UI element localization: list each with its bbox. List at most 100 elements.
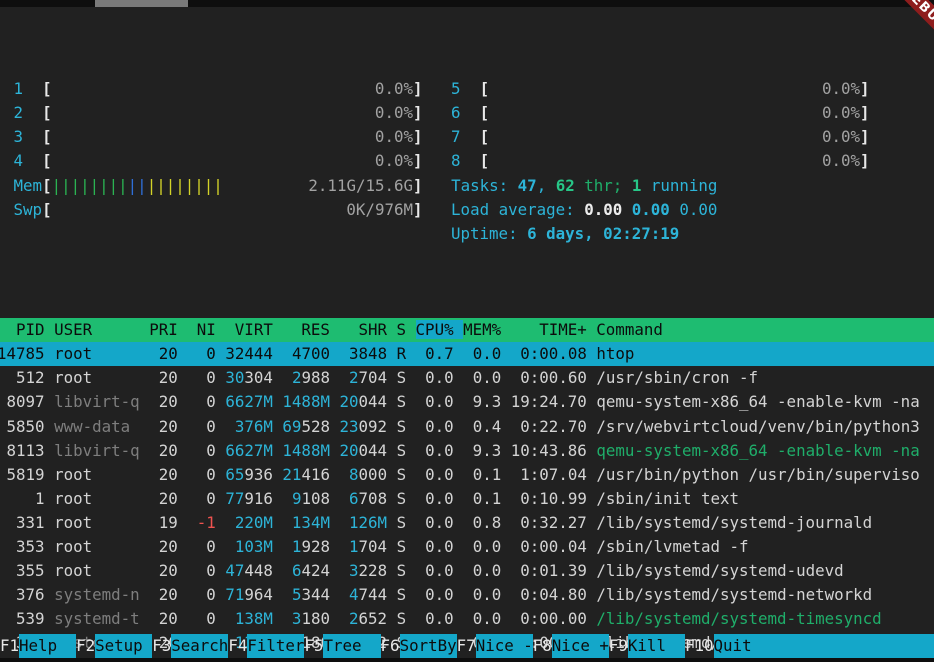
bottom-strip [0, 658, 934, 662]
process-row-14785[interactable]: 14785 root 20 0 32444 4700 3848 R 0.7 0.… [0, 342, 934, 366]
fkey-quit[interactable]: F10Quit [685, 634, 934, 658]
cell-pid: 539 [0, 609, 45, 628]
fkey-nice[interactable]: F7Nice - [457, 634, 533, 658]
fkey-action-label: Search [171, 634, 228, 658]
cpu-meter-row: 2 [ 0.0%] 6 [ 0.0%] [4, 101, 934, 125]
cell-mem-pct: 0.0 [463, 585, 501, 604]
cell-ni: 0 [206, 441, 216, 460]
load-average: Load average: 0.00 0.00 0.00 [451, 200, 717, 219]
process-row-331[interactable]: 331 root 19 -1 220M 134M 126M S 0.0 0.8 … [0, 511, 934, 535]
meter-open-bracket: [ [480, 151, 490, 170]
cell-virt: 103M [235, 537, 273, 556]
cpu-meter-value: 0.0% [489, 127, 860, 146]
column-header-s[interactable]: S [397, 320, 416, 339]
cell-time: 1:07.04 [511, 465, 587, 484]
fkey-number: F7 [457, 634, 476, 658]
fkey-kill[interactable]: F9Kill [609, 634, 685, 658]
cell-virt: 138M [235, 609, 273, 628]
meter-close-bracket: ] [413, 200, 423, 219]
column-header-time[interactable]: TIME+ [511, 320, 597, 339]
cell-command: qemu-system-x86_64 -enable-kvm -na [596, 392, 919, 411]
cell-cpu-pct: 0.0 [416, 417, 454, 436]
fkey-action-label: Setup [95, 634, 152, 658]
fkey-number: F9 [609, 634, 628, 658]
cell-virt: 6627M [225, 392, 273, 411]
fkey-number: F10 [685, 634, 714, 658]
cell-shr: 2 [349, 609, 359, 628]
process-row-5819[interactable]: 5819 root 20 0 65936 21416 8000 S 0.0 0.… [0, 463, 934, 487]
process-row-1[interactable]: 1 root 20 0 77916 9108 6708 S 0.0 0.1 0:… [0, 487, 934, 511]
column-header-virt[interactable]: VIRT [225, 320, 282, 339]
column-header-ni[interactable]: NI [187, 320, 225, 339]
cell-res: 344 [301, 585, 330, 604]
process-row-512[interactable]: 512 root 20 0 30304 2988 2704 S 0.0 0.0 … [0, 366, 934, 390]
cell-res: 424 [301, 561, 330, 580]
cell-pid: 8097 [0, 392, 45, 411]
cell-mem-pct: 0.0 [463, 609, 501, 628]
cell-command: /sbin/lvmetad -f [596, 537, 748, 556]
fkey-nice[interactable]: F8Nice + [533, 634, 609, 658]
fkey-number: F2 [76, 634, 95, 658]
process-row-539[interactable]: 539 systemd-t 20 0 138M 3180 2652 S 0.0 … [0, 607, 934, 631]
cpu-meter-value: 0.0% [52, 103, 413, 122]
process-row-8097[interactable]: 8097 libvirt-q 20 0 6627M 1488M 20044 S … [0, 390, 934, 414]
cell-cpu-pct: 0.0 [416, 585, 454, 604]
meter-close-bracket: ] [860, 79, 870, 98]
cell-pid: 5850 [0, 417, 45, 436]
htop-terminal: DEBUG 1 [ 0.0%] 5 [ 0.0%] 2 [ 0.0%] 6 [ … [0, 0, 934, 662]
uptime: Uptime: 6 days, 02:27:19 [451, 224, 679, 243]
cell-ni: 0 [206, 561, 216, 580]
fkey-filter[interactable]: F4Filter [228, 634, 304, 658]
cell-cpu-pct: 0.0 [416, 561, 454, 580]
cell-cpu-pct: 0.0 [416, 537, 454, 556]
meter-open-bracket: [ [42, 79, 52, 98]
mem-meter-pipes: || [128, 176, 147, 195]
fkey-tree[interactable]: F5Tree [304, 634, 380, 658]
column-header-user[interactable]: USER [54, 320, 149, 339]
fkey-search[interactable]: F3Search [152, 634, 228, 658]
terminal-content: 1 [ 0.0%] 5 [ 0.0%] 2 [ 0.0%] 6 [ 0.0%] … [4, 29, 934, 662]
cpu-meter-label: 6 [451, 103, 461, 122]
cell-shr: 044 [359, 441, 388, 460]
process-row-355[interactable]: 355 root 20 0 47448 6424 3228 S 0.0 0.0 … [0, 559, 934, 583]
cpu-meter-value: 0.0% [489, 103, 860, 122]
cell-pri: 20 [149, 609, 178, 628]
cell-cpu-pct: 0.7 [416, 344, 454, 363]
cell-shr: 2 [349, 368, 359, 387]
column-header-pri[interactable]: PRI [149, 320, 187, 339]
cell-cpu-pct: 0.0 [416, 368, 454, 387]
meter-close-bracket: ] [413, 151, 423, 170]
window-tab[interactable] [95, 0, 188, 7]
cell-virt: 448 [244, 561, 273, 580]
cell-shr: 708 [359, 489, 388, 508]
process-row-376[interactable]: 376 systemd-n 20 0 71964 5344 4744 S 0.0… [0, 583, 934, 607]
cell-state: S [397, 585, 407, 604]
column-header-shr[interactable]: SHR [339, 320, 396, 339]
column-header-mem[interactable]: MEM% [463, 320, 511, 339]
cell-shr: 228 [359, 561, 388, 580]
swap-meter-label: Swp [14, 200, 43, 219]
cell-res: 988 [301, 368, 330, 387]
process-row-353[interactable]: 353 root 20 0 103M 1928 1704 S 0.0 0.0 0… [0, 535, 934, 559]
meter-close-bracket: ] [413, 176, 423, 195]
cell-mem-pct: 9.3 [463, 441, 501, 460]
process-row-8113[interactable]: 8113 libvirt-q 20 0 6627M 1488M 20044 S … [0, 439, 934, 463]
cell-shr: 8 [349, 465, 359, 484]
cell-res: 1488M [282, 441, 330, 460]
fkey-sortby[interactable]: F6SortBy [381, 634, 457, 658]
process-row-5850[interactable]: 5850 www-data 20 0 376M 69528 23092 S 0.… [0, 415, 934, 439]
cell-res: 416 [301, 465, 330, 484]
column-header-cpu[interactable]: CPU% [416, 320, 464, 339]
cell-virt: 220M [235, 513, 273, 532]
column-header-pid[interactable]: PID [0, 320, 54, 339]
cell-command: /usr/sbin/cron -f [596, 368, 758, 387]
column-header-command[interactable]: Command [596, 320, 663, 339]
fkey-setup[interactable]: F2Setup [76, 634, 152, 658]
fkey-help[interactable]: F1Help [0, 634, 76, 658]
cell-shr: 20 [339, 441, 358, 460]
column-header-res[interactable]: RES [282, 320, 339, 339]
cell-command: /lib/systemd/systemd-timesyncd [596, 609, 881, 628]
cell-user: www-data [54, 417, 130, 436]
cell-cpu-pct: 0.0 [416, 392, 454, 411]
meter-open-bracket: [ [42, 176, 52, 195]
